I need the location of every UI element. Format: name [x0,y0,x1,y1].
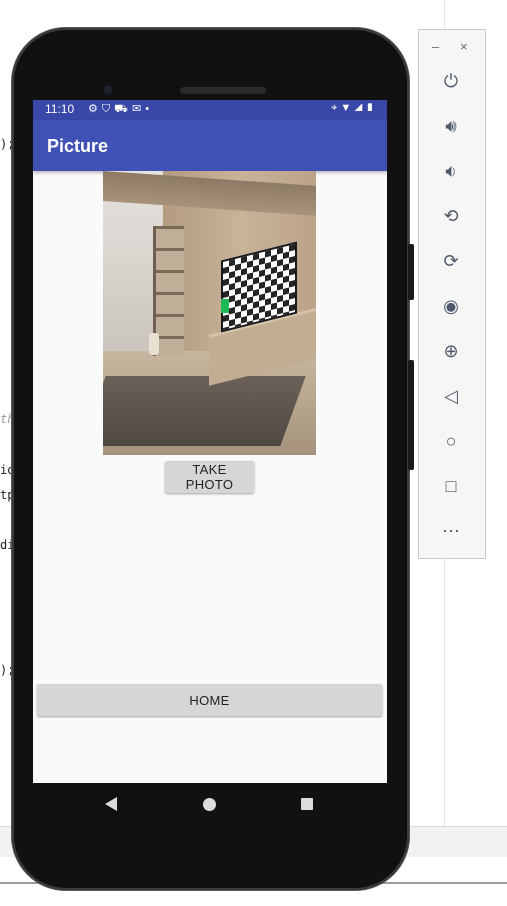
more-icon[interactable]: ⋯ [440,520,462,542]
take-photo-button[interactable]: TAKE PHOTO [165,461,254,493]
nav-recents-icon[interactable] [301,798,313,810]
photo-lamp [149,333,159,355]
toolbar-minimize-button[interactable]: – [432,39,439,54]
back-icon[interactable]: ◁ [440,385,462,407]
overview-icon[interactable]: □ [440,475,462,497]
toolbar-close-button[interactable]: × [460,39,468,54]
captured-photo [103,171,316,455]
zoom-icon[interactable]: ⊕ [440,340,462,362]
mail-icon: ✉ [131,103,146,115]
photo-green-marker [221,299,229,313]
volume-down-icon[interactable]: 🔉︎ [440,160,462,182]
dot-icon: • [145,103,154,115]
photo-rug [103,376,306,446]
app-bar-title: Picture [47,136,109,156]
gear-icon: ⚙ [88,103,102,115]
signal-icon: ◢ [354,102,366,114]
power-icon[interactable]: ⏻ [440,70,462,92]
volume-up-icon[interactable]: 🔊︎ [440,115,462,137]
home-icon[interactable]: ○ [440,430,462,452]
status-notification-icons: ⚙⛉⛟✉• [88,102,153,117]
screenshot-icon[interactable]: ◉ [440,295,462,317]
shield-icon: ⛉ [101,103,115,115]
rotate-right-icon[interactable]: ⟳ [440,250,462,272]
rotate-left-icon[interactable]: ⟲ [440,205,462,227]
phone-screen: 11:10 ⚙⛉⛟✉• ⌖▼◢▮ Picture TAKE PHOTO HOME [33,100,387,783]
volume-rocker[interactable] [408,360,414,470]
earpiece-speaker [180,87,266,94]
location-icon: ⌖ [331,102,341,114]
status-time: 11:10 [45,102,75,116]
status-system-icons: ⌖▼◢▮ [331,102,377,115]
home-button[interactable]: HOME [37,684,382,716]
front-camera [102,84,114,96]
emulator-toolbar: – × ⏻ 🔊︎ 🔉︎ ⟲ ⟳ ◉ ⊕ ◁ ○ □ ⋯ [418,29,486,559]
car-icon: ⛟ [114,103,132,115]
wifi-icon: ▼ [340,102,355,114]
battery-icon: ▮ [365,102,377,114]
app-bar: Picture [33,120,387,171]
nav-home-icon[interactable] [203,798,216,811]
nav-back-icon[interactable] [105,797,117,811]
power-button[interactable] [408,244,414,300]
status-bar: 11:10 ⚙⛉⛟✉• ⌖▼◢▮ [33,100,387,120]
navigation-bar [33,783,387,827]
